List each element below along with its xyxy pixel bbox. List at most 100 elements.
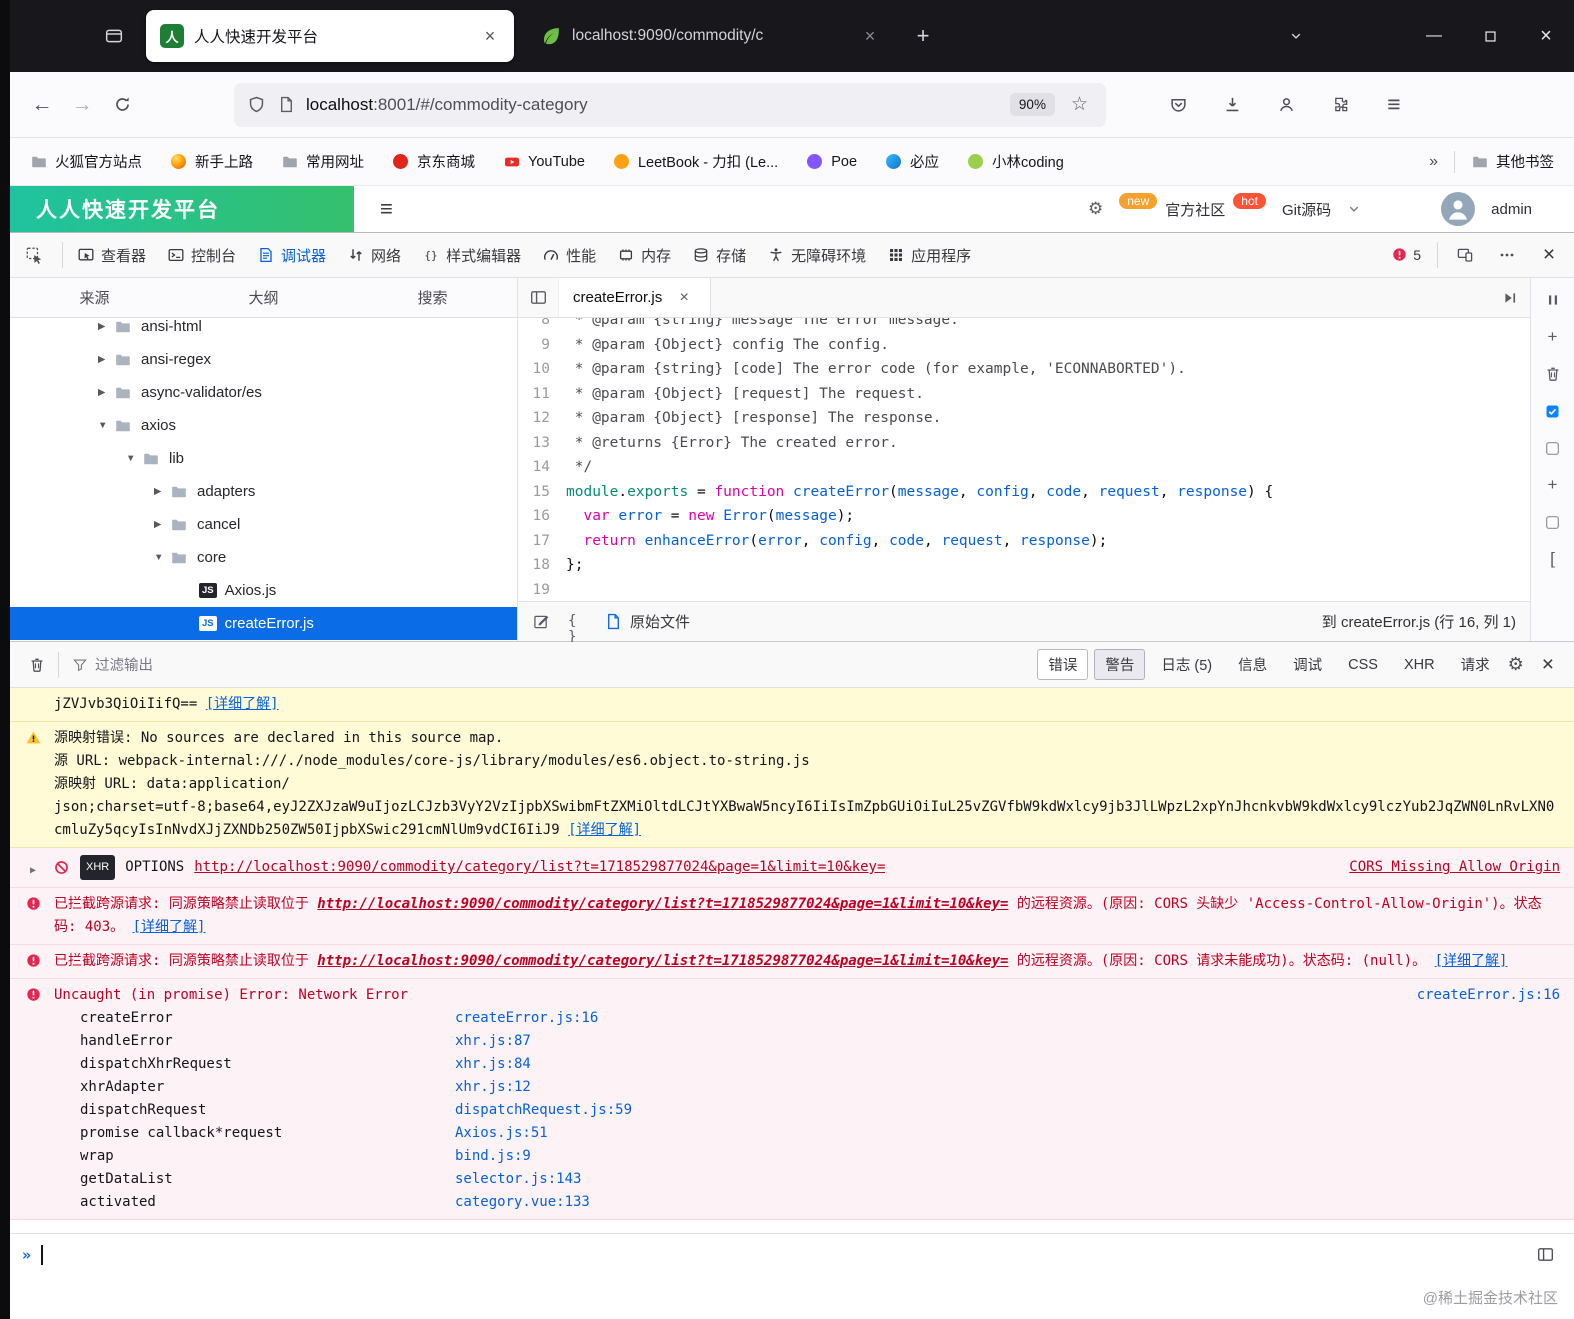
clear-console-icon[interactable]: [20, 648, 54, 682]
extensions-icon[interactable]: [1320, 85, 1360, 125]
source-location-link[interactable]: xhr.js:84: [455, 1053, 531, 1076]
learn-more-link[interactable]: [详细了解]: [1435, 953, 1508, 969]
filter-css[interactable]: CSS: [1338, 653, 1388, 677]
bookmark-item[interactable]: 火狐官方站点: [30, 151, 142, 172]
tree-folder-axios[interactable]: ▼ axios: [10, 409, 517, 442]
breakpoint-checkbox-checked[interactable]: [1543, 401, 1563, 421]
line-number[interactable]: 15: [518, 480, 566, 505]
collapse-sources-icon[interactable]: [518, 278, 558, 317]
console-settings-icon[interactable]: ⚙: [1500, 654, 1532, 675]
firefox-view-button[interactable]: [94, 16, 134, 56]
devtools-tab-console[interactable]: 控制台: [157, 233, 247, 277]
tab-close-icon[interactable]: ×: [858, 24, 882, 48]
devtools-tab-inspector[interactable]: 查看器: [67, 233, 157, 277]
bookmark-item[interactable]: LeetBook - 力扣 (Le...: [613, 151, 778, 172]
request-url-link[interactable]: http://localhost:9090/commodity/category…: [194, 856, 885, 879]
devtools-tab-storage[interactable]: 存储: [682, 233, 757, 277]
pause-icon[interactable]: [1543, 290, 1563, 310]
learn-more-link[interactable]: [详细了解]: [133, 919, 206, 935]
filter-error[interactable]: 错误: [1037, 649, 1089, 680]
overflow-chevron-icon[interactable]: »: [1429, 153, 1438, 171]
tree-folder-adapters[interactable]: ▶ adapters: [10, 475, 517, 508]
source-location-link[interactable]: dispatchRequest.js:59: [455, 1099, 632, 1122]
line-number[interactable]: 16: [518, 504, 566, 529]
source-location-link[interactable]: Axios.js:51: [455, 1122, 548, 1145]
cors-learn-more-link[interactable]: CORS Missing Allow Origin: [1333, 856, 1560, 879]
tree-folder-cancel[interactable]: ▶ cancel: [10, 508, 517, 541]
tab-close-icon[interactable]: ×: [478, 24, 502, 48]
console-input[interactable]: »: [10, 1233, 1574, 1275]
tab-outline[interactable]: 大纲: [179, 287, 348, 308]
tree-file-createError.js[interactable]: JS createError.js: [10, 607, 517, 640]
source-location-link[interactable]: bind.js:9: [455, 1145, 531, 1168]
checkbox-icon[interactable]: [1543, 512, 1563, 532]
source-location-link[interactable]: category.vue:133: [455, 1191, 590, 1214]
line-number[interactable]: 19: [518, 578, 566, 602]
reload-button[interactable]: [102, 85, 142, 125]
tab-sources[interactable]: 来源: [10, 287, 179, 308]
console-close-icon[interactable]: ×: [1532, 653, 1564, 677]
menu-icon[interactable]: ≡: [1374, 85, 1414, 125]
tree-folder-ansi-html[interactable]: ▶ ansi-html: [10, 318, 517, 343]
community-link[interactable]: 官方社区: [1165, 199, 1225, 220]
source-location-link[interactable]: xhr.js:87: [455, 1030, 531, 1053]
learn-more-link[interactable]: [详细了解]: [206, 696, 279, 712]
window-maximize-button[interactable]: [1462, 14, 1518, 58]
source-location-link[interactable]: selector.js:143: [455, 1168, 581, 1191]
menu-fold-icon[interactable]: ≡: [380, 198, 393, 220]
page-info-icon[interactable]: [276, 95, 296, 115]
line-number[interactable]: 17: [518, 529, 566, 554]
remove-breakpoints-icon[interactable]: [1543, 364, 1563, 384]
list-all-tabs-chevron-icon[interactable]: [1274, 30, 1318, 42]
responsive-design-icon[interactable]: [1446, 236, 1484, 274]
line-number[interactable]: 14: [518, 455, 566, 480]
bookmark-item[interactable]: 新手上路: [170, 151, 253, 172]
bookmark-item[interactable]: Poe: [806, 153, 857, 170]
browser-tab-2[interactable]: localhost:9090/commodity/c ×: [526, 10, 894, 62]
bookmark-star-icon[interactable]: ☆: [1065, 93, 1094, 116]
tree-folder-core[interactable]: ▼ core: [10, 541, 517, 574]
blocked-url-link[interactable]: http://localhost:9090/commodity/category…: [317, 953, 1008, 969]
window-minimize-button[interactable]: —: [1406, 14, 1462, 58]
braces-icon[interactable]: { }: [568, 613, 586, 645]
tree-folder-ansi-regex[interactable]: ▶ ansi-regex: [10, 343, 517, 376]
zoom-indicator[interactable]: 90%: [1009, 93, 1055, 116]
line-number[interactable]: 11: [518, 382, 566, 407]
tree-file-Axios.js[interactable]: JS Axios.js: [10, 574, 517, 607]
blocked-url-link[interactable]: http://localhost:9090/commodity/category…: [317, 896, 1008, 912]
expand-arrow-icon[interactable]: ▶: [20, 853, 46, 882]
code-editor[interactable]: 8 * @param {string} message The error me…: [518, 318, 1530, 601]
devtools-tab-performance[interactable]: 性能: [532, 233, 607, 277]
filter-requests[interactable]: 请求: [1451, 650, 1500, 679]
shield-icon[interactable]: [246, 95, 266, 115]
line-number[interactable]: 8: [518, 318, 566, 333]
devtools-tab-network[interactable]: 网络: [337, 233, 412, 277]
source-location-link[interactable]: createError.js:16: [1417, 984, 1560, 1007]
window-close-button[interactable]: ×: [1518, 14, 1574, 58]
pretty-print-icon[interactable]: [532, 613, 550, 631]
url-bar[interactable]: localhost:8001/#/commodity-category 90% …: [234, 82, 1106, 127]
line-number[interactable]: 10: [518, 357, 566, 382]
split-console-icon[interactable]: [1528, 1238, 1562, 1272]
line-number[interactable]: 13: [518, 431, 566, 456]
filter-input[interactable]: 过滤输出: [73, 654, 153, 675]
original-file-button[interactable]: 原始文件: [604, 611, 690, 632]
source-location-link[interactable]: createError.js:16: [455, 1007, 598, 1030]
source-location-link[interactable]: xhr.js:12: [455, 1076, 531, 1099]
bookmark-item[interactable]: YouTube: [503, 153, 585, 170]
devtools-tab-accessibility[interactable]: 无障碍环境: [757, 233, 877, 277]
username[interactable]: admin: [1491, 201, 1532, 218]
back-button[interactable]: ←: [22, 85, 62, 125]
pick-element-button[interactable]: [10, 233, 58, 277]
bookmark-item[interactable]: 常用网址: [281, 151, 364, 172]
tree-folder-async-validator/es[interactable]: ▶ async-validator/es: [10, 376, 517, 409]
forward-button[interactable]: →: [62, 85, 102, 125]
close-file-icon[interactable]: ×: [672, 286, 696, 310]
settings-gear-icon[interactable]: ⚙: [1088, 199, 1103, 219]
add-expression-icon[interactable]: +: [1543, 475, 1563, 495]
line-number[interactable]: 12: [518, 406, 566, 431]
account-icon[interactable]: [1266, 85, 1306, 125]
git-source-link[interactable]: Git源码: [1282, 199, 1331, 220]
browser-tab-active[interactable]: 人 人人快速开发平台 ×: [146, 10, 514, 62]
filter-xhr[interactable]: XHR: [1394, 653, 1445, 677]
